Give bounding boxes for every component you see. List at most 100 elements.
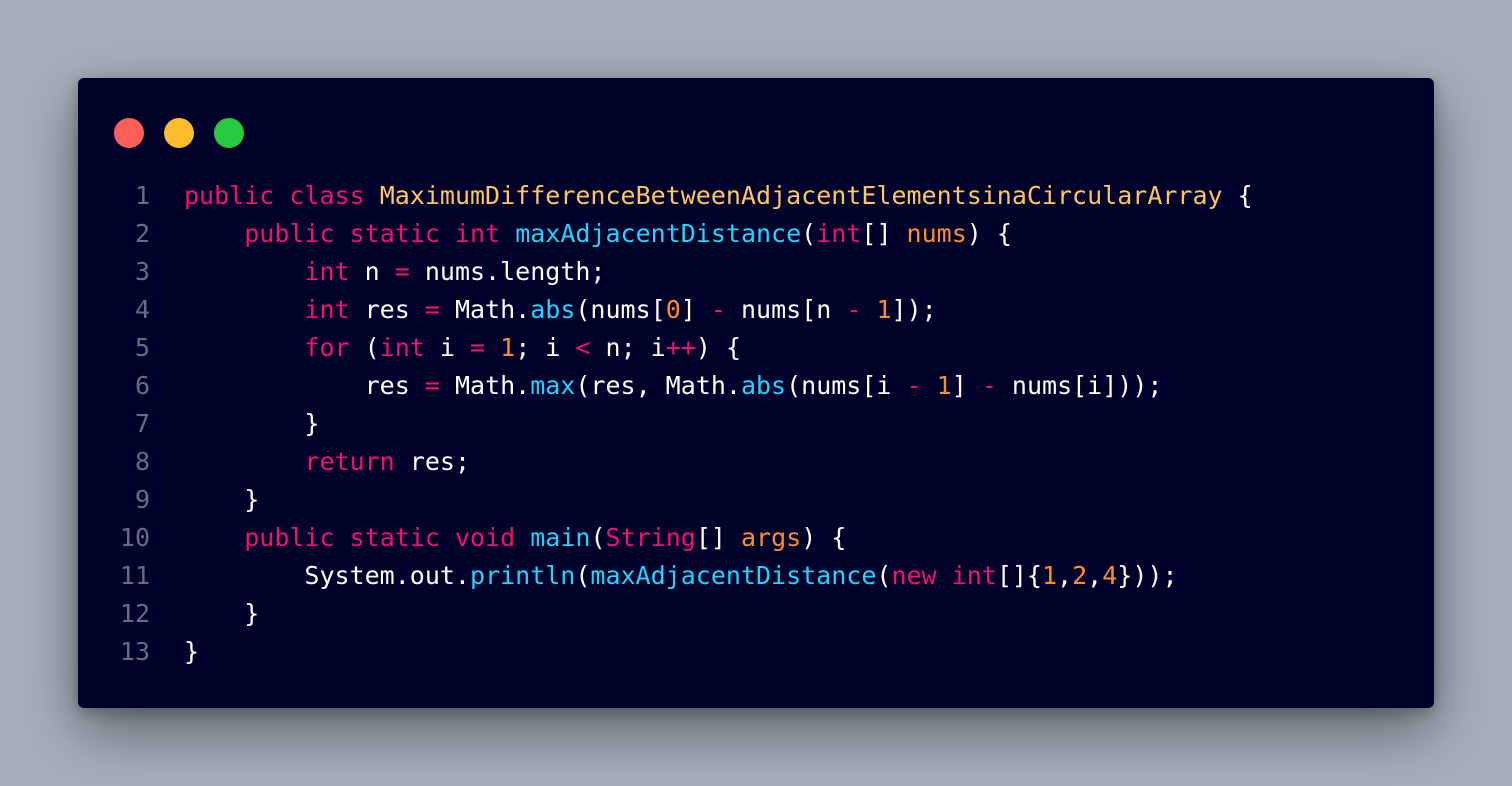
code-token: = [470, 333, 486, 362]
code-token: 4 [1102, 561, 1118, 590]
code-token: ) { [695, 333, 741, 362]
code-token: ; i [515, 333, 576, 362]
code-token: ] [680, 295, 711, 324]
code-token: nums.length; [409, 257, 606, 286]
minimize-dot-icon[interactable] [164, 118, 194, 148]
code-token: } [184, 485, 260, 514]
line-number: 9 [134, 485, 150, 514]
code-token: [] [695, 523, 741, 552]
line-number: 3 [134, 257, 150, 286]
code-token: abs [530, 295, 576, 324]
code-token: n [349, 257, 395, 286]
code-token: (nums[ [575, 295, 666, 324]
code-token: < [575, 333, 591, 362]
code-token: nums[n [725, 295, 847, 324]
code-token: for [304, 333, 350, 362]
line-number: 12 [119, 599, 150, 628]
code-line: 13} [106, 633, 1253, 671]
line-number: 6 [134, 371, 150, 400]
code-line: 3 int n = nums.length; [106, 253, 1253, 291]
line-number: 4 [134, 295, 150, 324]
zoom-dot-icon[interactable] [214, 118, 244, 148]
code-text: } [150, 481, 259, 519]
code-text: public static int maxAdjacentDistance(in… [150, 215, 1012, 253]
code-window: 1 public class MaximumDifferenceBetweenAd… [78, 78, 1434, 708]
code-text: System.out.println(maxAdjacentDistance(n… [150, 557, 1178, 595]
line-number: 5 [134, 333, 150, 362]
code-token: int [379, 333, 425, 362]
code-token: 0 [665, 295, 681, 324]
code-token: })); [1117, 561, 1178, 590]
code-line: 11 System.out.println(maxAdjacentDistanc… [106, 557, 1253, 595]
code-token: = [424, 371, 440, 400]
code-token: args [741, 523, 802, 552]
code-token: } [184, 637, 200, 666]
close-dot-icon[interactable] [114, 118, 144, 148]
code-token: int [951, 561, 997, 590]
code-token: MaximumDifferenceBetweenAdjacentElements… [379, 181, 1223, 210]
code-token: return [304, 447, 395, 476]
code-token: ( [575, 561, 591, 590]
code-token: nums [906, 219, 967, 248]
code-token: n; i [590, 333, 666, 362]
code-token: res; [394, 447, 470, 476]
code-token: max [530, 371, 576, 400]
code-line: 6 res = Math.max(res, Math.abs(nums[i - … [106, 367, 1253, 405]
code-token: public [244, 219, 335, 248]
code-token: ( [590, 523, 606, 552]
code-token: void [454, 523, 516, 552]
code-text: } [150, 633, 199, 671]
line-number: 10 [119, 523, 150, 552]
code-token: int [304, 295, 350, 324]
code-line: 4 int res = Math.abs(nums[0] - nums[n - … [106, 291, 1253, 329]
code-text: int n = nums.length; [150, 253, 605, 291]
code-token: = [424, 295, 440, 324]
code-line: 8 return res; [106, 443, 1253, 481]
code-token: 1 [876, 295, 892, 324]
code-token: public [184, 181, 275, 210]
code-line: 9 } [106, 481, 1253, 519]
code-token: static [349, 523, 440, 552]
code-token: String [605, 523, 696, 552]
code-text: res = Math.max(res, Math.abs(nums[i - 1]… [150, 367, 1163, 405]
code-token: (nums[i [786, 371, 907, 400]
code-token: int [454, 219, 501, 248]
code-token: new [891, 561, 937, 590]
code-line: 12 } [106, 595, 1253, 633]
line-number: 2 [134, 219, 150, 248]
code-token: System.out. [184, 561, 470, 590]
code-text: return res; [150, 443, 470, 481]
code-token: maxAdjacentDistance [590, 561, 877, 590]
window-controls [114, 118, 244, 148]
code-token: Math. [439, 295, 531, 324]
code-token: - [906, 371, 922, 400]
line-number: 13 [119, 637, 150, 666]
code-text: } [150, 405, 319, 443]
code-token: ] [951, 371, 982, 400]
code-token: public [244, 523, 335, 552]
line-number: 11 [119, 561, 150, 590]
code-token: 1 [936, 371, 952, 400]
code-token: res [184, 371, 425, 400]
code-token: (res, Math. [575, 371, 741, 400]
code-token: maxAdjacentDistance [515, 219, 802, 248]
code-token: res [349, 295, 425, 324]
code-token: ]); [891, 295, 937, 324]
code-line: 2 public static int maxAdjacentDistance(… [106, 215, 1253, 253]
code-token: println [469, 561, 576, 590]
code-token: 2 [1072, 561, 1088, 590]
code-token: } [184, 409, 320, 438]
code-token: abs [740, 371, 787, 400]
